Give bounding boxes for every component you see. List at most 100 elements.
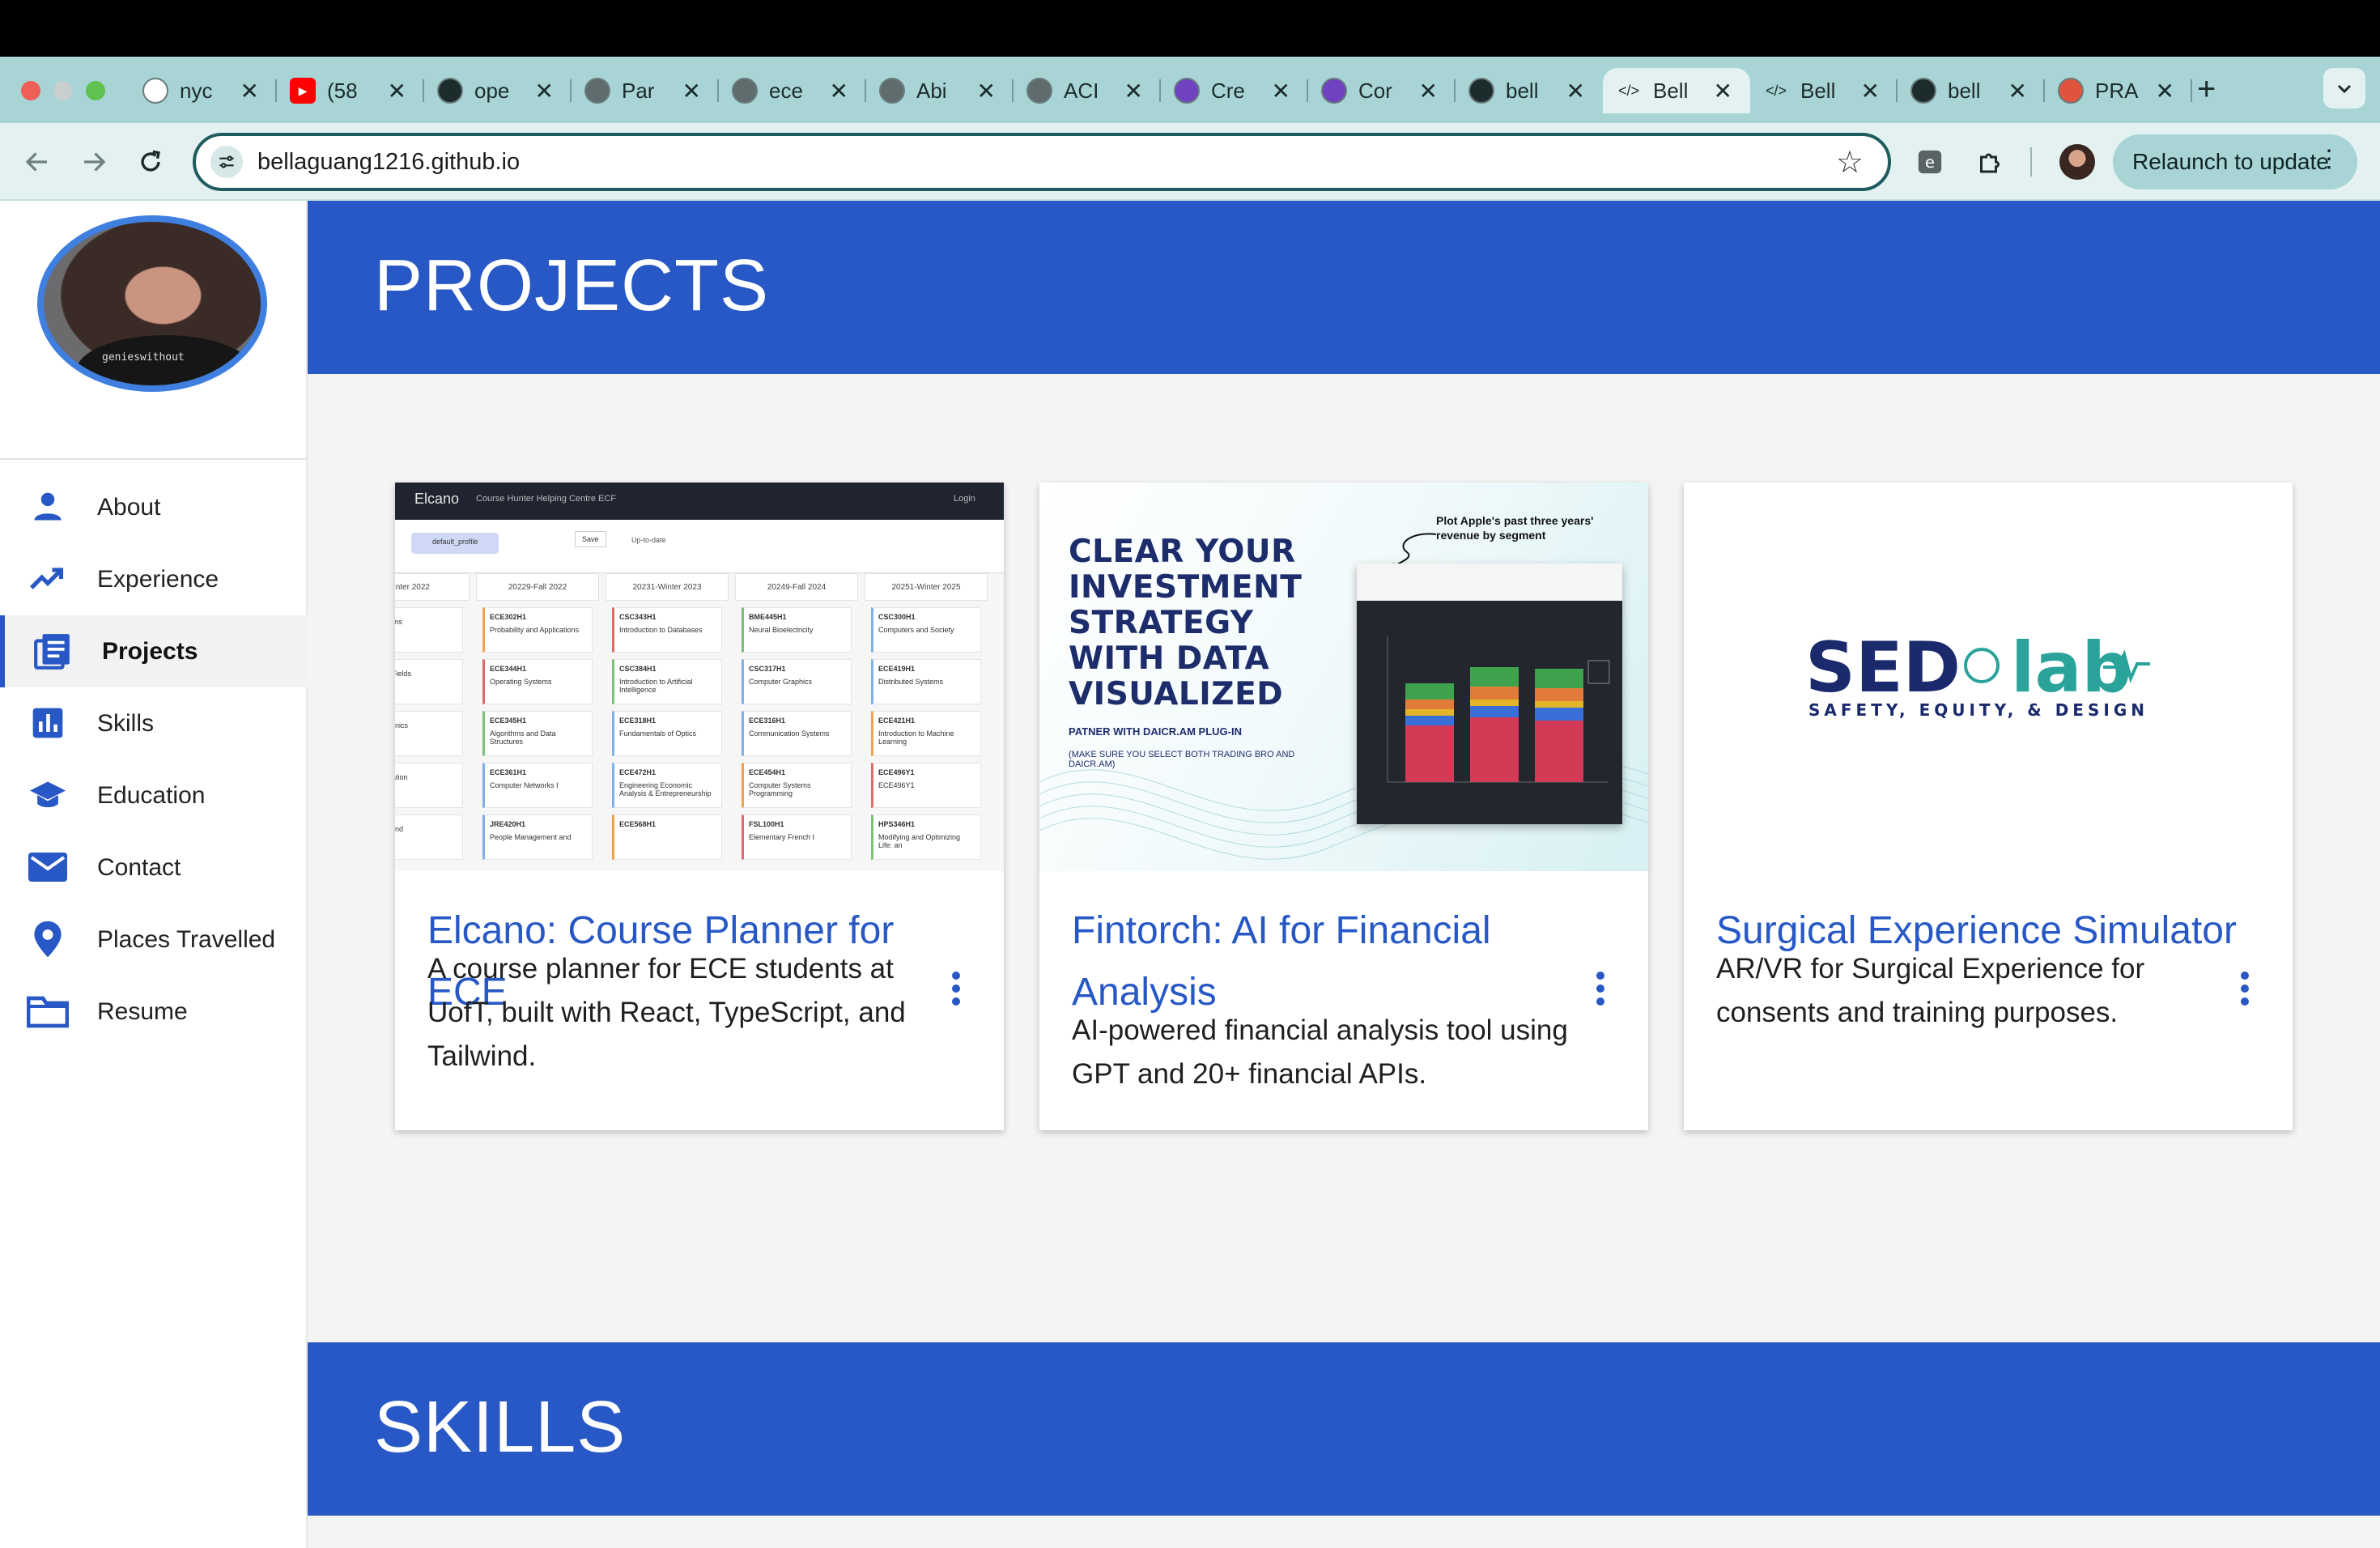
sidebar-item-about[interactable]: About [0, 471, 308, 543]
extensions-puzzle-icon[interactable] [1972, 144, 2008, 180]
more-options-icon[interactable] [1596, 972, 1606, 1006]
web-page: genieswithout About Experience Projects Ski… [0, 201, 2380, 1548]
close-tab-icon[interactable]: ✕ [1124, 78, 1143, 104]
close-tab-icon[interactable]: ✕ [682, 78, 701, 104]
profile-avatar[interactable] [2059, 144, 2095, 180]
course-code: CSC343H1 [619, 613, 657, 621]
term-heading: 20249-Fall 2024 [735, 573, 858, 601]
close-window-button[interactable] [21, 81, 40, 100]
course-name: Neural Bioelectricity [749, 626, 814, 634]
close-tab-icon[interactable]: ✕ [1566, 78, 1585, 104]
tab-title: nyc [180, 78, 213, 103]
close-tab-icon[interactable]: ✕ [388, 78, 406, 104]
sedlab-logo-icon: SED lab SAFETY, EQUITY, & DESIGN [1805, 628, 2150, 720]
sidebar-item-experience[interactable]: Experience [0, 543, 308, 615]
close-tab-icon[interactable]: ✕ [830, 78, 848, 104]
maximize-window-button[interactable] [86, 81, 105, 100]
new-tab-button[interactable]: + [2197, 73, 2216, 105]
code-icon: </> [1765, 82, 1787, 99]
profile-shirt [76, 335, 254, 385]
reload-button[interactable] [133, 144, 168, 180]
course-card: HPS346H1 Modifying and Optimizing Life: a… [871, 814, 981, 860]
skills-banner: SKILLS [308, 1342, 2380, 1516]
tab-search-button[interactable] [2323, 68, 2365, 108]
tab-separator [2191, 79, 2192, 102]
browser-tab[interactable]: PRA ✕ [2045, 68, 2192, 113]
close-tab-icon[interactable]: ✕ [1861, 78, 1880, 104]
close-tab-icon[interactable]: ✕ [2008, 78, 2027, 104]
extension-e-icon[interactable]: e [1912, 144, 1948, 180]
sidebar-item-education[interactable]: Education [0, 759, 308, 831]
close-tab-icon[interactable]: ✕ [1419, 78, 1438, 104]
term-heading: Winter 2022 [395, 573, 470, 601]
close-tab-icon[interactable]: ✕ [1272, 78, 1290, 104]
sidebar-item-contact[interactable]: Contact [0, 831, 308, 904]
relaunch-to-update-button[interactable]: Relaunch to update ⋮ [2113, 134, 2357, 189]
project-card-elcano[interactable]: Elcano Course Hunter Helping Centre ECF … [395, 483, 1004, 1130]
course-card: e Design and [395, 814, 463, 860]
course-code: ECE419H1 [878, 665, 916, 673]
sidebar-item-skills[interactable]: Skills [0, 687, 308, 759]
profile-shirt-text: genieswithout [102, 351, 185, 364]
course-card: JRE420H1 People Management and [482, 814, 593, 860]
screen-top-bar [0, 0, 2380, 57]
project-card-fintorch[interactable]: CLEAR YOUR INVESTMENT STRATEGY WITH DATA… [1039, 483, 1648, 1130]
openai-icon [437, 78, 463, 104]
browser-tab[interactable]: ▶ (58 ✕ [277, 68, 424, 113]
project-title[interactable]: Fintorch: AI for Financial Analysis [1072, 900, 1525, 1023]
more-options-icon[interactable] [952, 972, 962, 1006]
fintorch-panel-header [1357, 563, 1622, 601]
close-tab-icon[interactable]: ✕ [240, 78, 259, 104]
sedlab-tagline: SAFETY, EQUITY, & DESIGN [1808, 700, 2148, 720]
course-card: ECE302H1 Probability and Applications [482, 607, 593, 653]
forward-button[interactable] [76, 144, 112, 180]
mail-icon [26, 848, 70, 887]
projects-banner: PROJECTS [308, 201, 2380, 374]
browser-tab[interactable]: bell ✕ [1898, 68, 2045, 113]
fintorch-background: CLEAR YOUR INVESTMENT STRATEGY WITH DATA… [1039, 483, 1648, 871]
browser-tab[interactable]: ACI ✕ [1014, 68, 1161, 113]
course-name: ory Electronics [395, 721, 409, 729]
course-name: and Systems [395, 618, 403, 626]
elcano-login: Login [954, 494, 975, 504]
close-tab-icon[interactable]: ✕ [977, 78, 996, 104]
back-button[interactable] [19, 144, 55, 180]
course-card: FSL100H1 Elementary French I [742, 814, 852, 860]
close-tab-icon[interactable]: ✕ [2156, 78, 2174, 104]
course-name: Introduction to Machine Learning [878, 729, 954, 746]
browser-tab[interactable]: Cor ✕ [1308, 68, 1456, 113]
code-icon: </> [1617, 82, 1640, 99]
close-tab-icon[interactable]: ✕ [1714, 78, 1732, 104]
course-name: n Organization [395, 773, 408, 781]
browser-tab[interactable]: bell ✕ [1456, 68, 1603, 113]
arrow-right-icon [84, 152, 106, 172]
course-card: CSC343H1 Introduction to Databases [612, 607, 722, 653]
sidebar-item-resume[interactable]: Resume [0, 976, 308, 1048]
course-card: ECE419H1 Distributed Systems [871, 659, 981, 704]
course-code: CSC317H1 [749, 665, 786, 673]
more-options-icon[interactable] [2241, 972, 2250, 1006]
course-name: Computers and Society [878, 626, 954, 634]
browser-tab[interactable]: ope ✕ [424, 68, 572, 113]
close-tab-icon[interactable]: ✕ [535, 78, 554, 104]
course-card: ECE472H1 Engineering Economic Analysis & … [612, 763, 722, 808]
sidebar-item-places-travelled[interactable]: Places Travelled [0, 904, 308, 976]
browser-tab[interactable]: </> Bell ✕ [1750, 68, 1898, 113]
browser-tab[interactable]: nyc ✕ [130, 68, 277, 113]
course-card: and Systems [395, 607, 463, 653]
elcano-profile-select: default_profile [411, 533, 499, 554]
browser-tab[interactable]: Par ✕ [572, 68, 719, 113]
project-card-surgical[interactable]: SED lab SAFETY, EQUITY, & DESIGN Surgica… [1684, 483, 2293, 1130]
browser-tab[interactable]: Cre ✕ [1161, 68, 1308, 113]
bookmark-star-icon[interactable]: ☆ [1836, 144, 1864, 181]
more-menu-icon[interactable]: ⋮ [2317, 147, 2341, 172]
sidebar-item-projects[interactable]: Projects [0, 615, 308, 687]
site-info-icon[interactable] [210, 146, 243, 178]
browser-tab[interactable]: ece ✕ [719, 68, 866, 113]
course-name: Magnetic Fields [395, 670, 412, 678]
browser-tab[interactable]: Abi ✕ [866, 68, 1014, 113]
browser-tab[interactable]: </> Bell ✕ [1603, 68, 1750, 113]
minimize-window-button[interactable] [53, 81, 73, 100]
address-bar[interactable]: bellaguang1216.github.io ☆ [193, 133, 1891, 191]
course-code: ECE361H1 [490, 768, 527, 776]
